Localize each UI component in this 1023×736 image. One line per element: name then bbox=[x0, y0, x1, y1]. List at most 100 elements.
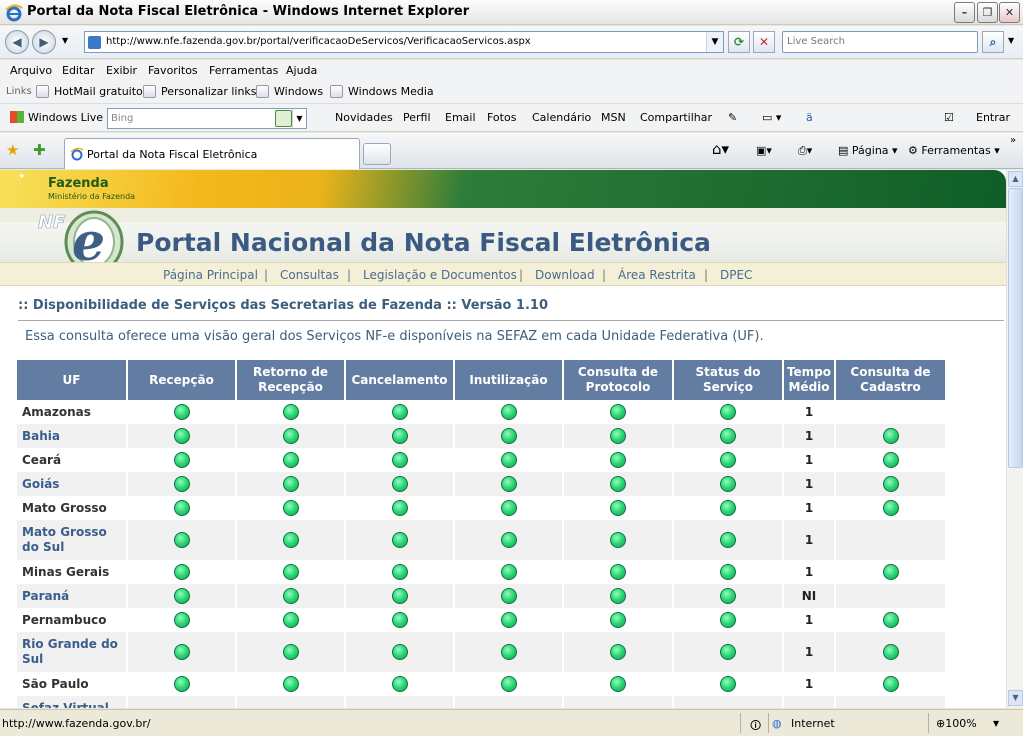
back-button[interactable]: ◀ bbox=[5, 30, 29, 54]
ie-logo-icon bbox=[5, 4, 23, 22]
status-cell-retorno bbox=[236, 584, 346, 608]
zoom-dropdown-icon[interactable]: ▼ bbox=[993, 719, 999, 728]
home-icon[interactable]: ⌂▾ bbox=[712, 140, 729, 158]
history-dropdown-icon[interactable]: ▼ bbox=[62, 36, 68, 45]
menu-favoritos[interactable]: Favoritos bbox=[148, 64, 198, 77]
uf-cell[interactable]: Mato Grosso do Sul bbox=[17, 520, 128, 560]
uf-cell[interactable]: Rio Grande do Sul bbox=[17, 632, 128, 672]
nav-download[interactable]: Download bbox=[535, 268, 595, 282]
status-cell-cadastro bbox=[835, 560, 947, 584]
column-header: Recepção bbox=[127, 360, 237, 400]
status-cell-recepcao bbox=[127, 632, 237, 672]
live-novidades[interactable]: Novidades bbox=[335, 111, 393, 124]
link-personalizar[interactable]: Personalizar links bbox=[143, 85, 257, 98]
windows-live-label: Windows Live bbox=[28, 111, 104, 124]
status-url: http://www.fazenda.gov.br/ bbox=[2, 717, 151, 730]
search-icon[interactable]: ⌕ bbox=[982, 31, 1004, 53]
menu-ajuda[interactable]: Ajuda bbox=[286, 64, 317, 77]
live-email[interactable]: Email bbox=[445, 111, 476, 124]
search-go-icon[interactable] bbox=[275, 110, 292, 127]
link-hotmail[interactable]: HotMail gratuito bbox=[36, 85, 143, 98]
protected-mode-icon[interactable]: 🛈 bbox=[750, 717, 761, 736]
signin-button[interactable]: Entrar bbox=[976, 111, 1010, 124]
scroll-down-icon[interactable]: ▼ bbox=[1008, 690, 1023, 706]
status-online-icon bbox=[282, 676, 299, 692]
status-cell-cancelamento bbox=[345, 520, 455, 560]
chevron-icon[interactable]: » bbox=[1010, 135, 1016, 146]
search-dropdown-icon[interactable]: ▼ bbox=[1008, 36, 1014, 45]
status-cell-protocolo bbox=[563, 632, 674, 672]
status-online-icon bbox=[282, 404, 299, 420]
stop-button[interactable]: ✕ bbox=[753, 31, 775, 53]
status-online-icon bbox=[610, 588, 626, 604]
share-icon[interactable]: ✎ bbox=[728, 111, 737, 124]
uf-cell[interactable]: Bahia bbox=[17, 424, 128, 448]
live-msn[interactable]: MSN bbox=[601, 111, 626, 124]
refresh-button[interactable]: ⟳ bbox=[728, 31, 750, 53]
nav-dpec[interactable]: DPEC bbox=[720, 268, 752, 282]
page-menu-label: Página bbox=[851, 144, 889, 157]
nav-consultas[interactable]: Consultas bbox=[280, 268, 339, 282]
status-online-icon bbox=[500, 588, 517, 604]
scroll-up-icon[interactable]: ▲ bbox=[1008, 171, 1023, 187]
add-favorites-icon[interactable]: ✚ bbox=[33, 141, 46, 159]
link-windows-media[interactable]: Windows Media bbox=[330, 85, 434, 98]
table-row: Amazonas 1 bbox=[17, 400, 947, 424]
close-button[interactable]: ✕ bbox=[999, 2, 1020, 23]
zoom-control[interactable]: ⊕100% bbox=[936, 717, 977, 730]
status-cell-cadastro bbox=[835, 424, 947, 448]
status-cell-cancelamento bbox=[345, 560, 455, 584]
bing-dropdown-icon[interactable]: ▼ bbox=[292, 109, 306, 128]
live-calendario[interactable]: Calendário bbox=[532, 111, 591, 124]
restore-button[interactable]: ❐ bbox=[977, 2, 998, 23]
banner-title: Fazenda bbox=[48, 176, 109, 191]
menu-ferramentas[interactable]: Ferramentas bbox=[209, 64, 278, 77]
link-page-icon bbox=[143, 85, 156, 98]
checkbox-icon[interactable]: ☑ bbox=[944, 111, 954, 124]
live-search-input[interactable]: Live Search bbox=[782, 31, 978, 53]
messenger-icon[interactable]: ▭ ▾ bbox=[762, 111, 781, 124]
print-icon[interactable]: ⎙▾ bbox=[798, 144, 812, 158]
status-online-icon bbox=[391, 404, 408, 420]
new-tab-button[interactable] bbox=[363, 143, 391, 165]
status-cell-retorno bbox=[236, 520, 346, 560]
menu-arquivo[interactable]: Arquivo bbox=[10, 64, 52, 77]
feeds-icon[interactable]: ▣▾ bbox=[756, 144, 772, 157]
nav-legislacao[interactable]: Legislação e Documentos bbox=[363, 268, 517, 282]
nav-area-restrita[interactable]: Área Restrita bbox=[618, 268, 696, 282]
page-menu[interactable]: ▤ Página ▾ bbox=[838, 144, 898, 157]
status-divider bbox=[768, 713, 769, 733]
table-row: Goiás 1 bbox=[17, 472, 947, 496]
address-dropdown-icon[interactable]: ▼ bbox=[706, 32, 723, 52]
menu-editar[interactable]: Editar bbox=[62, 64, 95, 77]
vertical-scrollbar[interactable]: ▲ ▼ bbox=[1006, 170, 1023, 708]
tools-menu[interactable]: ⚙ Ferramentas ▾ bbox=[908, 144, 1000, 157]
status-online-icon bbox=[720, 564, 736, 580]
section-title: :: Disponibilidade de Serviços das Secre… bbox=[18, 298, 548, 313]
status-online-icon bbox=[882, 428, 899, 444]
live-fotos[interactable]: Fotos bbox=[487, 111, 516, 124]
translate-icon[interactable]: ä bbox=[806, 111, 813, 124]
status-online-icon bbox=[720, 676, 736, 692]
windows-live-button[interactable]: Windows Live bbox=[10, 111, 103, 124]
forward-button[interactable]: ▶ bbox=[32, 30, 56, 54]
status-cell-cadastro bbox=[835, 632, 947, 672]
address-url: http://www.nfe.fazenda.gov.br/portal/ver… bbox=[106, 36, 531, 47]
bing-search-input[interactable]: Bing ▼ bbox=[107, 108, 307, 129]
uf-cell[interactable]: Paraná bbox=[17, 584, 128, 608]
uf-cell[interactable]: Goiás bbox=[17, 472, 128, 496]
link-windows[interactable]: Windows bbox=[256, 85, 323, 98]
favorites-star-icon[interactable]: ★ bbox=[6, 141, 19, 159]
uf-cell[interactable]: Sefaz Virtual bbox=[17, 696, 128, 708]
live-perfil[interactable]: Perfil bbox=[403, 111, 431, 124]
nav-pagina-principal[interactable]: Página Principal bbox=[163, 268, 258, 282]
menu-exibir[interactable]: Exibir bbox=[106, 64, 137, 77]
scroll-thumb[interactable] bbox=[1008, 188, 1023, 468]
status-cell-retorno bbox=[236, 632, 346, 672]
minimize-button[interactable]: – bbox=[954, 2, 975, 23]
tab-portal[interactable]: Portal da Nota Fiscal Eletrônica bbox=[64, 138, 360, 169]
address-bar[interactable]: http://www.nfe.fazenda.gov.br/portal/ver… bbox=[84, 31, 724, 53]
status-cell-retorno bbox=[236, 672, 346, 696]
live-compartilhar[interactable]: Compartilhar bbox=[640, 111, 712, 124]
status-online-icon bbox=[173, 612, 190, 628]
